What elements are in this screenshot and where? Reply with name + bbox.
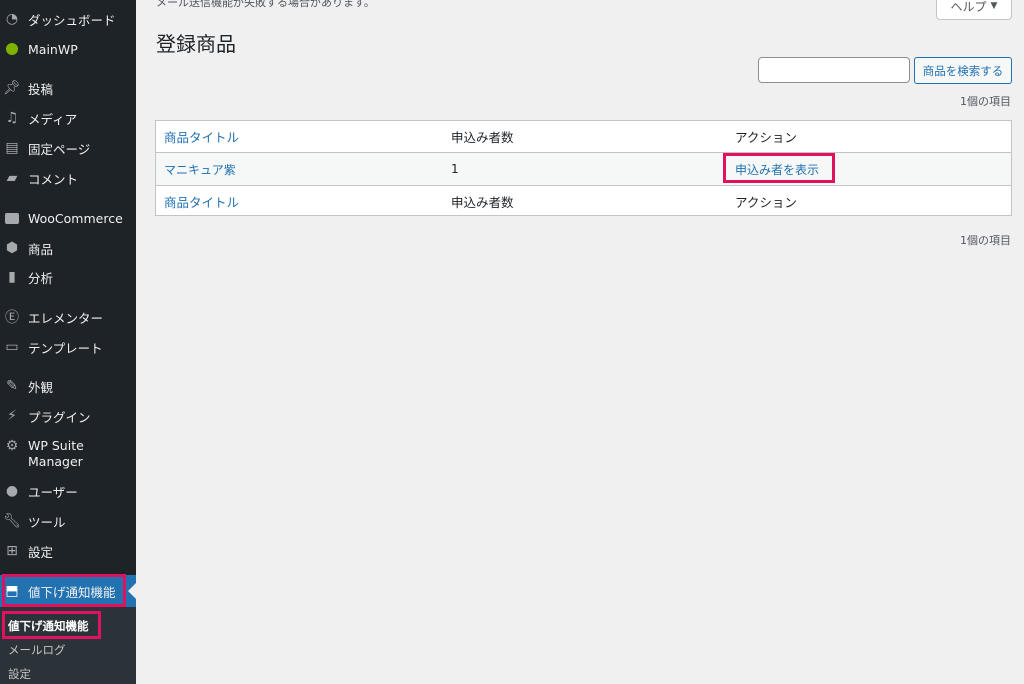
mainwp-icon [4,41,20,57]
menu-dashboard[interactable]: ◔ ダッシュボード [0,4,136,34]
page-icon: ▤ [5,140,19,156]
menu-pages[interactable]: ▤ 固定ページ [0,133,136,163]
woocommerce-icon [4,210,20,226]
menu-templates[interactable]: ▭ テンプレート [0,332,136,362]
menu-price-drop[interactable]: ⬒ 値下げ通知機能 [0,575,136,607]
user-icon: ● [5,483,19,499]
pin-icon: 📌︎ [3,80,21,96]
settings-icon: ⊞ [6,543,18,559]
current-menu-arrow [128,583,136,599]
comment-icon: ▰ [6,170,18,186]
table-footer-row: 商品タイトル 申込み者数 アクション [156,185,1011,217]
chart-icon: ▮ [8,269,16,285]
menu-wp-suite-manager[interactable]: ⚙ WP Suite Manager [0,434,136,474]
menu-woocommerce[interactable]: WooCommerce [0,203,136,233]
admin-sidebar: ◔ ダッシュボード MainWP 📌︎ 投稿 ♫ メディア ▤ 固定ページ ▰ … [0,0,136,684]
brush-icon: ✎ [6,378,18,394]
menu-users[interactable]: ● ユーザー [0,476,136,506]
gear-icon: ⚙ [5,438,19,454]
elementor-icon: Ⓔ [5,310,19,326]
table-row: マニキュア紫 1 申込み者を表示 [156,153,1011,185]
submenu-price-drop[interactable]: 値下げ通知機能 [8,618,89,634]
menu-elementor[interactable]: Ⓔ エレメンター [0,302,136,332]
menu-appearance[interactable]: ✎ 外観 [0,371,136,401]
column-header-title[interactable]: 商品タイトル [164,127,239,146]
plugin-icon: ⚡︎ [7,408,17,424]
menu-tools[interactable]: 🔧︎ ツール [0,506,136,536]
item-count-bottom: 1個の項目 [960,234,1011,247]
caret-down-icon: ▼ [990,1,998,11]
product-title-link[interactable]: マニキュア紫 [164,161,236,178]
search-button[interactable]: 商品を検索する [914,57,1012,84]
notice-text: メール送信機能が失敗する場合があります。 [156,0,375,9]
column-footer-title[interactable]: 商品タイトル [164,192,239,211]
search-input[interactable] [758,57,910,83]
box-icon: ⬢ [5,240,19,256]
help-label: ヘルプ [950,0,987,14]
column-header-count: 申込み者数 [451,130,514,145]
column-footer-count: 申込み者数 [451,195,514,210]
column-header-action: アクション [735,130,797,145]
submenu-mail-log[interactable]: メールログ [8,642,66,658]
dashboard-icon: ◔ [5,11,19,27]
menu-products[interactable]: ⬢ 商品 [0,233,136,263]
menu-plugins[interactable]: ⚡︎ プラグイン [0,401,136,431]
products-table: 商品タイトル 申込み者数 アクション マニキュア紫 1 申込み者を表示 商品タイ… [155,120,1012,216]
page-title: 登録商品 [156,32,236,56]
menu-posts[interactable]: 📌︎ 投稿 [0,73,136,103]
menu-settings[interactable]: ⊞ 設定 [0,536,136,566]
menu-mainwp[interactable]: MainWP [0,34,136,64]
wrench-icon: 🔧︎ [3,513,21,529]
applicant-count: 1 [451,162,459,176]
submenu-settings[interactable]: 設定 [8,666,31,682]
menu-analytics[interactable]: ▮ 分析 [0,262,136,292]
folder-icon: ▭ [5,339,19,355]
menu-media[interactable]: ♫ メディア [0,103,136,133]
table-header-row: 商品タイトル 申込み者数 アクション [156,121,1011,153]
item-count-top: 1個の項目 [960,95,1011,108]
column-footer-action: アクション [735,195,797,210]
help-button[interactable]: ヘルプ ▼ [936,0,1012,20]
price-drop-submenu: 値下げ通知機能 メールログ 設定 [0,607,136,684]
menu-comments[interactable]: ▰ コメント [0,163,136,193]
price-drop-icon: ⬒ [5,583,19,599]
view-applicants-link[interactable]: 申込み者を表示 [735,161,819,178]
media-icon: ♫ [5,110,19,126]
